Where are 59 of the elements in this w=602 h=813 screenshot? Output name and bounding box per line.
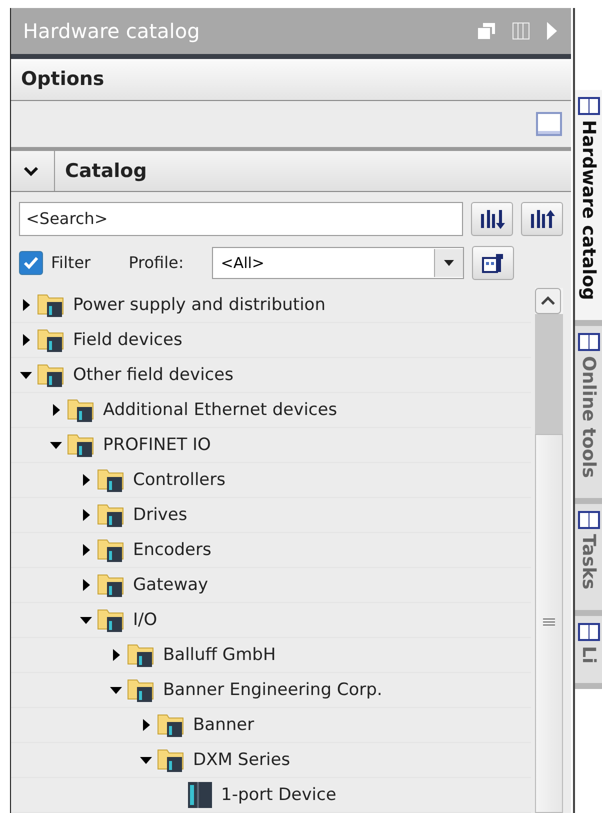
folder-icon bbox=[157, 746, 185, 773]
folder-icon bbox=[97, 502, 125, 528]
filter-label: Filter bbox=[51, 253, 91, 272]
search-up-button[interactable] bbox=[521, 202, 563, 236]
tree-item-label[interactable]: Drives bbox=[133, 504, 188, 525]
tab-icon bbox=[578, 96, 600, 116]
search-down-icon bbox=[478, 208, 506, 230]
folder-icon bbox=[97, 572, 125, 598]
tree-item-label[interactable]: Additional Ethernet devices bbox=[103, 400, 338, 420]
filter-checkbox[interactable] bbox=[19, 250, 43, 275]
grip-icon bbox=[542, 618, 556, 628]
folder-icon bbox=[37, 362, 65, 388]
panel-title: Hardware catalog bbox=[23, 18, 201, 43]
search-field[interactable]: <Search> bbox=[19, 202, 463, 236]
tree-item-label[interactable]: Encoders bbox=[133, 540, 212, 560]
options-title: Options bbox=[21, 68, 104, 90]
folder-icon bbox=[67, 396, 95, 423]
folder-icon bbox=[37, 326, 65, 353]
tree-item-label[interactable]: Field devices bbox=[73, 330, 182, 350]
folder-icon bbox=[97, 466, 125, 493]
tree-item-label[interactable]: Power supply and distribution bbox=[73, 294, 326, 315]
tree-item-label[interactable]: Controllers bbox=[133, 470, 226, 490]
tab-icon bbox=[578, 510, 600, 530]
tree-item-label[interactable]: I/O bbox=[133, 610, 158, 630]
tree-item-label[interactable]: Gateway bbox=[133, 574, 208, 595]
search-up-icon bbox=[528, 208, 556, 230]
device-icon bbox=[187, 780, 213, 809]
tab-icon bbox=[578, 622, 600, 642]
side-tab[interactable]: Li bbox=[575, 616, 602, 690]
folder-icon bbox=[157, 712, 185, 738]
profile-dropdown[interactable]: <All> bbox=[212, 246, 464, 279]
tree-item-label[interactable]: PROFINET IO bbox=[103, 434, 211, 455]
dropdown-arrow-icon bbox=[442, 258, 455, 267]
tree-item-label[interactable]: Banner Engineering Corp. bbox=[163, 680, 382, 700]
catalog-header[interactable]: Catalog bbox=[11, 150, 571, 192]
window-icon[interactable] bbox=[535, 111, 563, 138]
tree-item-label[interactable]: Banner bbox=[193, 714, 254, 735]
search-down-button[interactable] bbox=[471, 202, 513, 236]
folder-icon bbox=[127, 642, 155, 668]
folder-icon bbox=[37, 292, 65, 318]
tree-item-label[interactable]: Other field devices bbox=[73, 364, 234, 385]
side-tab[interactable]: Hardware catalog bbox=[575, 90, 602, 326]
folder-icon bbox=[97, 606, 125, 633]
side-tab[interactable]: Online tools bbox=[575, 326, 602, 504]
scroll-up-icon[interactable] bbox=[535, 288, 561, 314]
folder-icon bbox=[97, 536, 125, 563]
scrollbar-thumb[interactable] bbox=[535, 434, 563, 813]
profile-settings-button[interactable] bbox=[472, 246, 514, 280]
options-header[interactable]: Options bbox=[11, 58, 571, 102]
tab-icon bbox=[578, 332, 600, 352]
side-tab[interactable]: Tasks bbox=[575, 504, 602, 616]
profile-label: Profile: bbox=[128, 253, 184, 272]
tree-item-label[interactable]: 1-port Device bbox=[221, 784, 336, 805]
catalog-title: Catalog bbox=[54, 150, 147, 191]
scrollbar[interactable] bbox=[535, 288, 563, 813]
tree-item-label[interactable]: DXM Series bbox=[193, 750, 290, 770]
tree-item-label[interactable]: Balluff GmbH bbox=[163, 644, 276, 665]
folder-icon bbox=[127, 676, 155, 703]
folder-icon bbox=[67, 432, 95, 458]
